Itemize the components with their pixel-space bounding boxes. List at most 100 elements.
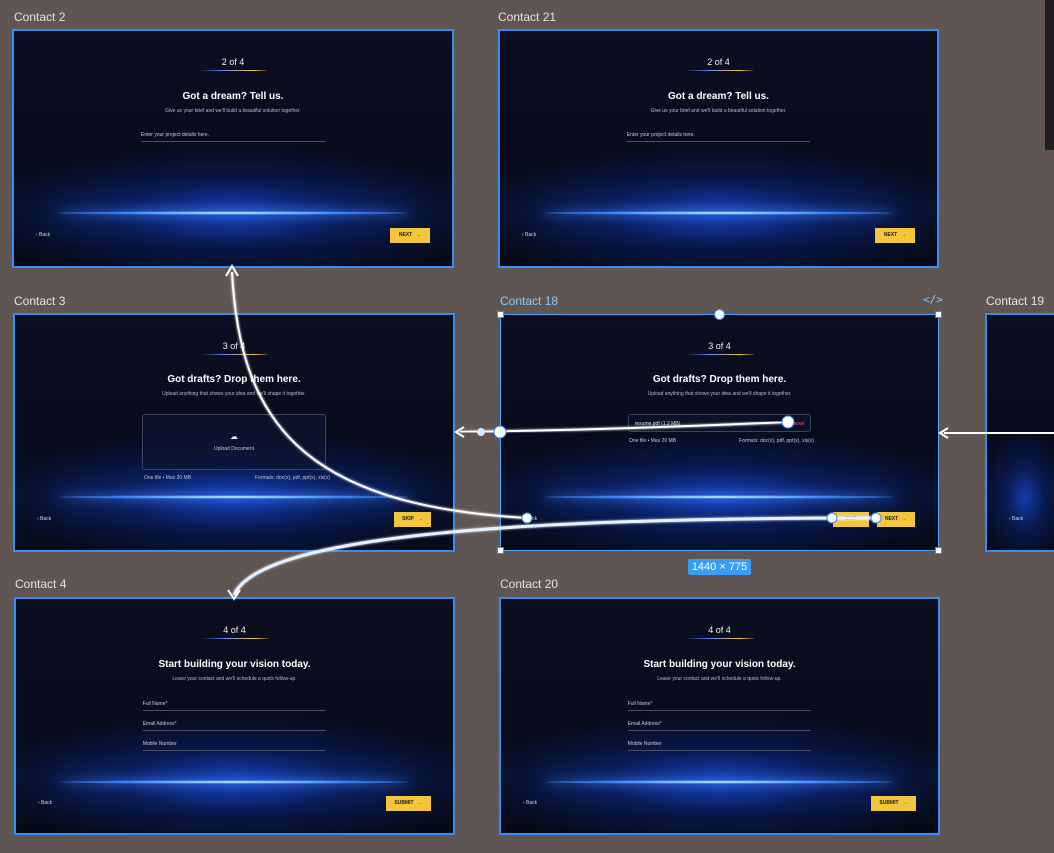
next-button[interactable]: NEXT → <box>390 228 430 243</box>
submit-button-label: SUBMIT <box>879 800 899 806</box>
frame-contact-18[interactable]: 3 of 4 Got drafts? Drop them here. Uploa… <box>500 314 939 551</box>
frame-label-contact-2[interactable]: Contact 2 <box>14 10 65 24</box>
page-subtitle: Upload anything that shows your idea and… <box>647 391 792 397</box>
arrow-right-icon: → <box>417 800 423 806</box>
step-underline <box>685 354 754 355</box>
next-button-label: NEXT <box>884 516 899 522</box>
step-underline <box>200 354 268 355</box>
submit-button[interactable]: SUBMIT → <box>871 796 916 811</box>
resize-handle-top-right[interactable] <box>935 311 942 318</box>
formats-note: Formats: doc(x), pdf, ppt(x), xls(x) <box>255 475 331 481</box>
back-link[interactable]: ‹ Back <box>36 232 50 238</box>
resize-handle-top-left[interactable] <box>497 311 504 318</box>
page-subtitle: Give us your brief and we'll build a bea… <box>165 108 301 114</box>
cloud-upload-icon: ☁ <box>229 432 238 441</box>
frame-label-contact-19[interactable]: Contact 19 <box>986 294 1044 308</box>
horizon-glow <box>544 495 895 499</box>
back-link[interactable]: ‹ Back <box>523 800 537 806</box>
skip-button-label: SKIP <box>845 516 857 522</box>
horizon-glow <box>57 211 409 215</box>
page-subtitle: Leave your contact and we'll schedule a … <box>657 676 782 682</box>
connection-handle-top[interactable] <box>714 309 725 320</box>
horizon-glow <box>543 211 894 215</box>
page-subtitle: Give us your brief and we'll build a bea… <box>650 108 787 114</box>
frame-contact-2[interactable]: 2 of 4 Got a dream? Tell us. Give us you… <box>12 29 454 268</box>
back-link[interactable]: ‹ Back <box>38 800 52 806</box>
arrow-right-icon: → <box>417 516 423 522</box>
back-link[interactable]: ‹ Back <box>1009 516 1023 522</box>
selection-size-badge: 1440 × 775 <box>688 559 751 575</box>
frame-label-contact-21[interactable]: Contact 21 <box>498 10 556 24</box>
frame-contact-21[interactable]: 2 of 4 Got a dream? Tell us. Give us you… <box>498 29 939 268</box>
horizon-glow <box>544 780 895 784</box>
back-link[interactable]: ‹ Back <box>37 516 51 522</box>
full-name-input[interactable]: Full Name* <box>627 700 812 711</box>
page-title: Got drafts? Drop them here. <box>652 374 787 385</box>
connection-node <box>477 428 485 436</box>
arrow-right-icon: → <box>902 800 908 806</box>
resize-handle-bottom-right[interactable] <box>935 547 942 554</box>
next-button-label: NEXT <box>398 232 413 238</box>
frame-contact-3[interactable]: 3 of 4 Got drafts? Drop them here. Uploa… <box>13 313 455 552</box>
submit-button[interactable]: SUBMIT → <box>386 796 431 811</box>
project-details-input[interactable]: Enter your project details here. <box>626 131 811 142</box>
mobile-number-input[interactable]: Mobile Number <box>142 740 327 751</box>
step-underline <box>199 70 267 71</box>
frame-contact-4[interactable]: 4 of 4 Start building your vision today.… <box>14 597 455 835</box>
file-limit-note: One file • Max 20 MB <box>629 438 677 444</box>
frame-contact-20[interactable]: 4 of 4 Start building your vision today.… <box>499 597 940 835</box>
next-button[interactable]: NEXT → <box>875 228 915 243</box>
skip-button[interactable]: SKIP → <box>394 512 431 527</box>
next-button[interactable]: NEXT → <box>877 512 915 527</box>
frame-label-contact-20[interactable]: Contact 20 <box>500 577 558 591</box>
formats-note: Formats: doc(x), pdf, ppt(x), xls(x) <box>739 438 815 444</box>
page-title: Start building your vision today. <box>158 659 311 670</box>
code-icon[interactable]: </> <box>923 293 943 306</box>
step-underline <box>685 638 754 639</box>
arrowhead-left-icon <box>454 426 465 438</box>
frame-contact-19[interactable]: ‹ Back <box>985 313 1054 552</box>
submit-button-label: SUBMIT <box>394 800 414 806</box>
uploaded-file-chip[interactable]: resume.pdf (1.2 MB) Remove <box>627 414 812 432</box>
arrowhead-left-icon <box>938 427 949 439</box>
page-subtitle: Leave your contact and we'll schedule a … <box>172 676 297 682</box>
arrow-right-icon: → <box>901 232 907 238</box>
step-underline <box>684 70 753 71</box>
horizon-glow <box>59 780 410 784</box>
skip-button-label: SKIP <box>402 516 414 522</box>
file-name: resume.pdf (1.2 MB) <box>634 421 681 427</box>
email-input[interactable]: Email Address* <box>142 720 327 731</box>
step-indicator: 4 of 4 <box>708 625 731 635</box>
frame-label-contact-3[interactable]: Contact 3 <box>14 294 65 308</box>
remove-file-link[interactable]: Remove <box>786 421 805 427</box>
file-limit-note: One file • Max 20 MB <box>144 475 192 481</box>
project-details-input[interactable]: Enter your project details here. <box>141 131 325 142</box>
email-input[interactable]: Email Address* <box>627 720 812 731</box>
page-title: Got drafts? Drop them here. <box>167 374 301 385</box>
upload-label: Upload Document <box>213 446 254 452</box>
step-indicator: 3 of 4 <box>708 341 731 351</box>
step-indicator: 3 of 4 <box>222 341 246 351</box>
full-name-input[interactable]: Full Name* <box>142 700 327 711</box>
skip-button[interactable]: SKIP <box>833 512 869 527</box>
canvas-scroll-edge <box>1045 0 1054 150</box>
page-title: Got a dream? Tell us. <box>182 91 284 102</box>
step-underline <box>200 638 269 639</box>
arrow-right-icon: → <box>902 516 908 522</box>
frame-label-contact-18[interactable]: Contact 18 <box>500 294 558 308</box>
horizon-glow <box>58 495 410 499</box>
step-indicator: 4 of 4 <box>223 625 246 635</box>
back-link[interactable]: ‹ Back <box>522 232 536 238</box>
mobile-number-input[interactable]: Mobile Number <box>627 740 812 751</box>
back-link[interactable]: ‹ Back <box>523 516 537 522</box>
step-indicator: 2 of 4 <box>221 57 245 67</box>
step-indicator: 2 of 4 <box>707 57 730 67</box>
resize-handle-bottom-left[interactable] <box>497 547 504 554</box>
upload-dropzone[interactable]: ☁ Upload Document <box>142 414 326 470</box>
arrow-right-icon: → <box>416 232 422 238</box>
frame-label-contact-4[interactable]: Contact 4 <box>15 577 66 591</box>
next-button-label: NEXT <box>883 232 898 238</box>
page-title: Got a dream? Tell us. <box>668 91 769 102</box>
page-title: Start building your vision today. <box>643 659 796 670</box>
page-subtitle: Upload anything that shows your idea and… <box>162 391 306 397</box>
